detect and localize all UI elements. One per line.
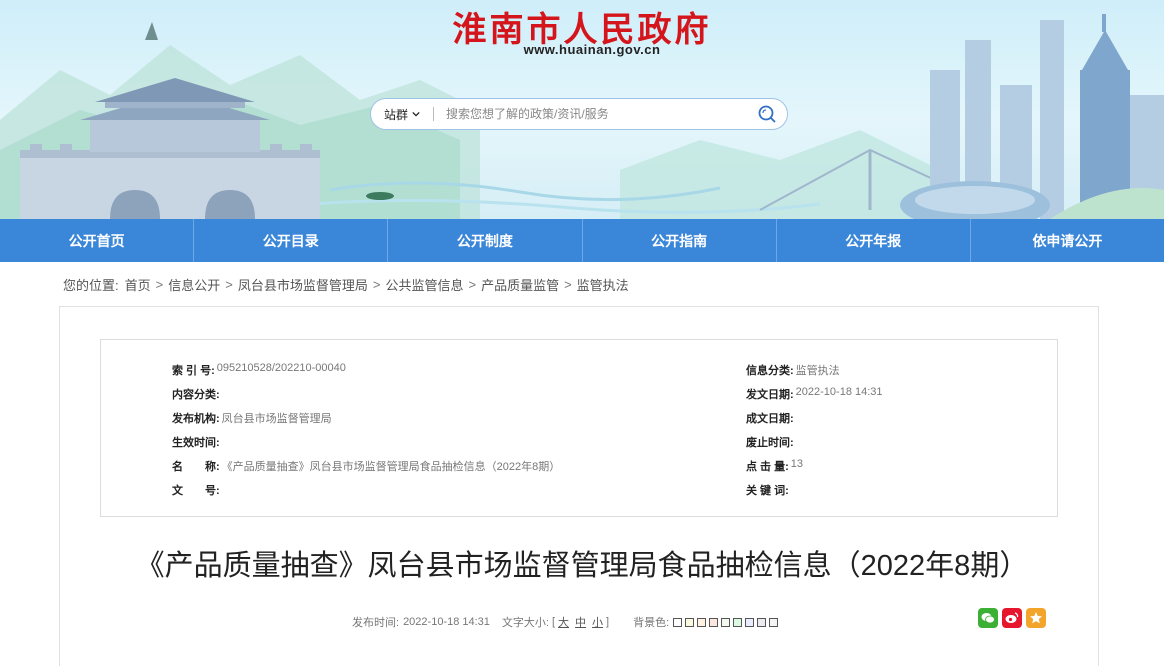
share-buttons <box>978 608 1050 628</box>
bg-color-swatch[interactable] <box>709 617 719 627</box>
font-size-small-link[interactable]: 小 <box>592 614 603 630</box>
breadcrumb-product-quality[interactable]: 产品质量监管 <box>481 275 559 294</box>
meta-content-category: 内容分类: <box>172 389 220 401</box>
search-scope-dropdown[interactable]: 站群 <box>371 106 433 123</box>
bg-color-swatch[interactable] <box>721 617 731 627</box>
search-scope-label: 站群 <box>384 107 409 122</box>
meta-name: 名 称: 《产品质量抽查》凤台县市场监督管理局食品抽检信息（2022年8期） <box>172 461 561 473</box>
meta-publisher: 发布机构: 凤台县市场监督管理局 <box>172 413 332 425</box>
wechat-share-button[interactable] <box>978 608 998 628</box>
breadcrumb-public-supervision[interactable]: 公共监管信息 <box>385 275 463 294</box>
breadcrumb-info-open[interactable]: 信息公开 <box>168 275 220 294</box>
wechat-icon <box>981 613 995 624</box>
nav-item-open-home[interactable]: 公开首页 <box>0 219 195 262</box>
bg-color-swatch[interactable] <box>685 617 695 627</box>
weibo-share-button[interactable] <box>1002 608 1022 628</box>
meta-written-date: 成文日期: <box>746 413 794 425</box>
meta-issue-date: 发文日期: 2022-10-18 14:31 <box>746 386 883 401</box>
metadata-table: 索 引 号: 095210528/202210-00040 内容分类: 发布机构… <box>100 339 1058 517</box>
breadcrumb-separator: > <box>372 276 381 292</box>
main-nav: 公开首页 公开目录 公开制度 公开指南 公开年报 依申请公开 <box>0 219 1164 262</box>
bg-color-swatch[interactable] <box>733 617 743 627</box>
nav-item-annual-report[interactable]: 公开年报 <box>777 219 971 262</box>
search-bar: 站群 <box>370 98 788 130</box>
publish-time-label: 发布时间: <box>352 617 400 629</box>
breadcrumb-prefix: 您的位置: <box>63 277 119 293</box>
font-size-large-link[interactable]: 大 <box>558 614 569 630</box>
nav-item-open-guide[interactable]: 公开指南 <box>583 219 777 262</box>
font-size-medium-link[interactable]: 中 <box>575 614 586 630</box>
nav-item-open-catalog[interactable]: 公开目录 <box>194 219 389 262</box>
breadcrumb-separator: > <box>155 276 164 292</box>
meta-keywords: 关 键 词: <box>746 485 789 497</box>
publish-time-value: 2022-10-18 14:31 <box>403 616 490 628</box>
breadcrumb: 您的位置: 首页 > 信息公开 > 凤台县市场监督管理局 > 公共监管信息 > … <box>0 262 1164 306</box>
breadcrumb-separator: > <box>564 276 572 292</box>
meta-info-category: 信息分类: 监管执法 <box>746 365 840 377</box>
search-icon <box>758 105 776 123</box>
bg-color-swatch[interactable] <box>673 617 683 627</box>
breadcrumb-enforcement[interactable]: 监管执法 <box>577 275 629 294</box>
meta-document-number: 文 号: <box>172 485 220 497</box>
search-divider <box>433 107 434 121</box>
article-info-bar: 发布时间: 2022-10-18 14:31 文字大小: [ 大 中 小 ] 背… <box>352 614 781 630</box>
header-banner: 淮南市人民政府 www.huainan.gov.cn 站群 <box>0 0 1164 219</box>
breadcrumb-separator: > <box>468 276 477 292</box>
article-title: 《产品质量抽查》凤台县市场监督管理局食品抽检信息（2022年8期） <box>135 550 1029 582</box>
favorite-button[interactable] <box>1026 608 1046 628</box>
meta-effective-date: 生效时间: <box>172 437 220 449</box>
breadcrumb-separator: > <box>225 276 233 292</box>
site-url: www.huainan.gov.cn <box>523 42 661 57</box>
meta-index-number: 索 引 号: 095210528/202210-00040 <box>172 362 346 377</box>
bg-color-swatch[interactable] <box>745 617 755 627</box>
search-input[interactable] <box>446 107 747 121</box>
search-button[interactable] <box>747 99 787 129</box>
font-size-bracket-close: ] <box>606 616 610 628</box>
breadcrumb-bureau[interactable]: 凤台县市场监督管理局 <box>238 275 368 294</box>
breadcrumb-home[interactable]: 首页 <box>125 275 151 294</box>
bg-color-swatch[interactable] <box>757 617 767 627</box>
font-size-label: 文字大小: <box>501 617 549 629</box>
nav-item-apply-disclosure[interactable]: 依申请公开 <box>971 219 1164 262</box>
chevron-down-icon <box>412 111 420 117</box>
nav-item-open-system[interactable]: 公开制度 <box>388 219 583 262</box>
bg-color-swatch[interactable] <box>769 617 779 627</box>
bg-color-swatch[interactable] <box>697 617 707 627</box>
meta-click-count: 点 击 量: 13 <box>746 458 804 473</box>
font-size-bracket-open: [ <box>551 616 556 628</box>
bg-color-swatches <box>673 617 781 627</box>
meta-expiry-date: 废止时间: <box>746 437 794 449</box>
favorite-icon <box>1030 612 1042 624</box>
weibo-icon <box>1005 612 1019 623</box>
bg-color-label: 背景色: <box>633 617 670 629</box>
